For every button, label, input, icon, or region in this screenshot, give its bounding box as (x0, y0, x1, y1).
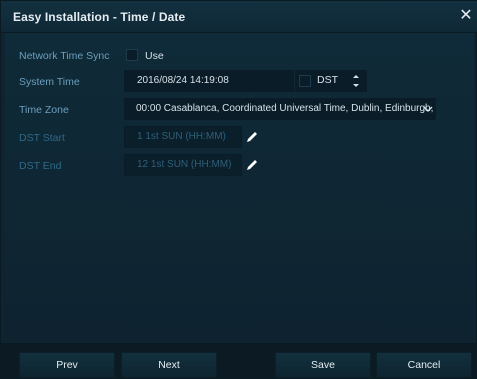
dst-start-label: DST Start (19, 132, 65, 144)
dst-end-label: DST End (19, 160, 62, 172)
chevron-down-icon[interactable] (422, 98, 434, 120)
save-button[interactable]: Save (275, 352, 371, 378)
cancel-button[interactable]: Cancel (376, 352, 472, 378)
network-time-sync-label: Network Time Sync (19, 50, 110, 62)
time-zone-selected: 00:00 Casablanca, Coordinated Universal … (136, 103, 434, 114)
dst-checkbox[interactable] (299, 75, 311, 87)
spin-up-down-icon[interactable] (351, 72, 361, 90)
content-area: Network Time Sync Use System Time 2016/0… (5, 33, 474, 343)
time-zone-label: Time Zone (19, 104, 69, 116)
time-zone-dropdown[interactable]: 00:00 Casablanca, Coordinated Universal … (124, 98, 436, 120)
dst-end-field[interactable]: 12 1st SUN (HH:MM) (124, 154, 242, 176)
next-button[interactable]: Next (121, 352, 217, 378)
dst-start-field[interactable]: 1 1st SUN (HH:MM) (124, 126, 242, 148)
dst-start-edit-pencil-icon[interactable] (243, 128, 261, 146)
footer: Prev Next Save Cancel (1, 343, 477, 379)
close-icon[interactable]: ✕ (459, 8, 473, 24)
dst-end-edit-pencil-icon[interactable] (243, 156, 261, 174)
easy-installation-dialog: Easy Installation - Time / Date ✕ Networ… (0, 0, 477, 379)
dialog-title: Easy Installation - Time / Date (13, 10, 186, 24)
network-time-sync-use-label: Use (145, 50, 164, 62)
prev-button[interactable]: Prev (19, 352, 115, 378)
network-time-sync-checkbox[interactable] (126, 49, 138, 61)
dst-checkbox-label: DST (317, 74, 338, 86)
titlebar: Easy Installation - Time / Date ✕ (1, 1, 477, 33)
system-time-label: System Time (19, 76, 80, 88)
system-time-field[interactable]: 2016/08/24 14:19:08 (124, 70, 294, 92)
dst-group: DST (295, 70, 367, 92)
